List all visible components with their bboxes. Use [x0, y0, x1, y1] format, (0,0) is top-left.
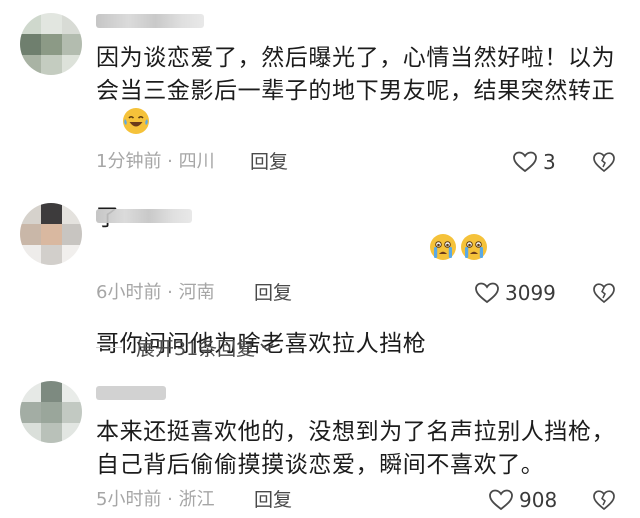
crying-emoji — [430, 234, 457, 260]
comment-text: 本来还挺喜欢他的，没想到为了名声拉别人挡枪，自己背后偷偷摸摸谈恋爱，瞬间不喜欢了… — [96, 419, 616, 478]
crying-emoji — [461, 234, 488, 260]
broken-heart-icon[interactable] — [592, 282, 616, 306]
like-count: 908 — [519, 488, 558, 512]
heart-outline-icon — [512, 150, 538, 174]
comment-list: 因为谈恋爱了，然后曝光了，心情当然好啦！以为会当三金影后一辈子的地下男友呢，结果… — [0, 0, 640, 518]
like-button[interactable]: 908 — [488, 487, 557, 513]
laughing-tears-emoji — [122, 108, 149, 134]
username-blurred[interactable] — [96, 386, 166, 400]
reply-button[interactable]: 回复 — [254, 282, 292, 304]
like-button[interactable]: 3099 — [474, 280, 556, 306]
avatar[interactable] — [20, 203, 82, 265]
reply-button[interactable]: 回复 — [254, 489, 292, 511]
username-blurred[interactable] — [96, 14, 204, 28]
comment-text: 因为谈恋爱了，然后曝光了，心情当然好啦！以为会当三金影后一辈子的地下男友呢，结果… — [96, 42, 616, 235]
username-blurred[interactable] — [96, 209, 192, 223]
like-button[interactable]: 3 — [512, 149, 556, 175]
heart-outline-icon — [474, 281, 500, 305]
avatar[interactable] — [20, 381, 82, 443]
broken-heart-icon[interactable] — [592, 151, 616, 175]
broken-heart-icon[interactable] — [592, 489, 616, 513]
expand-replies-label: 展开31条回复 — [136, 337, 256, 360]
like-count: 3 — [543, 150, 556, 174]
comment-meta: 5小时前 · 浙江 — [96, 489, 215, 510]
heart-outline-icon — [488, 488, 514, 512]
reply-button[interactable]: 回复 — [250, 151, 288, 173]
chevron-down-icon — [259, 338, 275, 357]
comment-meta: 1分钟前 · 四川 — [96, 151, 215, 172]
avatar[interactable] — [20, 13, 82, 75]
comment-meta: 6小时前 · 河南 — [96, 282, 215, 303]
like-count: 3099 — [505, 281, 556, 305]
divider — [96, 346, 122, 348]
expand-replies-button[interactable]: 展开31条回复 — [96, 333, 275, 361]
